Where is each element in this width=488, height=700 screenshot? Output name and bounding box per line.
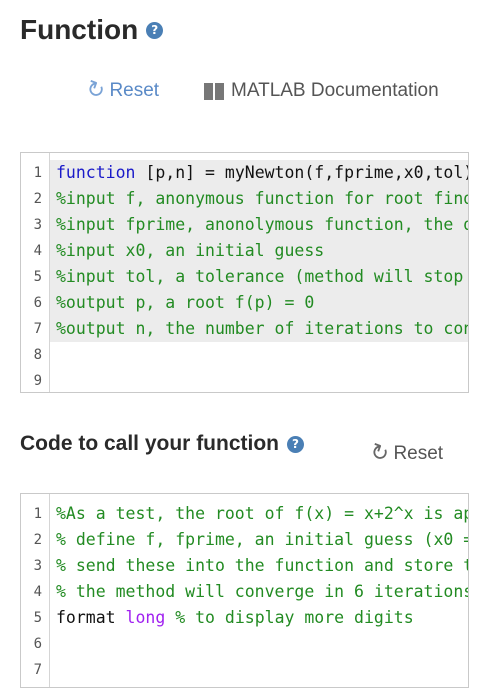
code-line[interactable]: 2 % define f, fprime, an initial guess (x…	[21, 527, 468, 553]
code-text: %As a test, the root of f(x) = x+2^x is …	[50, 501, 468, 527]
code-text: %output n, the number of iterations to c…	[50, 316, 468, 342]
code-token: %output p, a root f(p) = 0	[56, 293, 315, 312]
code-text: %output p, a root f(p) = 0	[50, 290, 468, 316]
code-text: % define f, fprime, an initial guess (x0…	[50, 527, 468, 553]
line-number: 6	[21, 631, 50, 657]
code-line[interactable]: 3 %input fprime, anonolymous function, th…	[21, 212, 468, 238]
help-icon[interactable]: ?	[287, 435, 305, 453]
line-number: 6	[21, 290, 50, 316]
reset-label: Reset	[109, 79, 160, 101]
code-line[interactable]: 6 %output p, a root f(p) = 0	[21, 290, 468, 316]
code-token: function	[56, 163, 136, 182]
line-number: 4	[21, 238, 50, 264]
code-line[interactable]: 8	[21, 342, 468, 368]
call-section-heading: Code to call your function	[20, 432, 280, 455]
code-text: format long % to display more digits	[50, 605, 468, 631]
code-token: %input x0, an initial guess	[56, 241, 325, 260]
code-token: long	[125, 608, 166, 627]
code-line[interactable]: 9	[21, 368, 468, 392]
help-icon[interactable]: ?	[146, 21, 164, 39]
line-number: 3	[21, 553, 50, 579]
code-token: [p,n] = myNewton(f,fprime,x0,tol)	[135, 163, 468, 182]
code-token: %output n, the number of iterations to c…	[56, 319, 468, 338]
code-token: %As a test, the root of f(x) = x+2^x is …	[56, 504, 468, 523]
reset-call-button[interactable]: ↻ Reset	[366, 439, 444, 469]
line-number: 8	[21, 342, 50, 368]
code-token: %input tol, a tolerance (method will sto…	[56, 267, 464, 286]
code-line[interactable]: 7	[21, 657, 468, 683]
call-code-editor[interactable]: 1 %As a test, the root of f(x) = x+2^x is…	[20, 493, 469, 688]
code-line[interactable]: 5 %input tol, a tolerance (method will st…	[21, 264, 468, 290]
code-token: % to display more digits	[165, 608, 414, 627]
code-token: %input f, anonymous function for root fi…	[56, 189, 468, 208]
code-text: % send these into the function and store…	[50, 553, 468, 579]
code-text: %input f, anonymous function for root fi…	[50, 186, 468, 212]
code-token: format	[56, 608, 126, 627]
call-section-title: Code to call your function ?	[20, 432, 305, 456]
reset-icon: ↻	[82, 75, 109, 106]
function-section-title: Function ?	[20, 14, 164, 46]
code-line[interactable]: 4 %input x0, an initial guess	[21, 238, 468, 264]
line-number: 2	[21, 186, 50, 212]
code-text: % the method will converge in 6 iteratio…	[50, 579, 468, 605]
line-number: 1	[21, 160, 50, 186]
function-code-editor[interactable]: 1 function [p,n] = myNewton(f,fprime,x0,t…	[20, 152, 469, 393]
code-line[interactable]: 4 % the method will converge in 6 iterati…	[21, 579, 468, 605]
line-number: 2	[21, 527, 50, 553]
code-text: %input tol, a tolerance (method will sto…	[50, 264, 468, 290]
code-line[interactable]: 1 function [p,n] = myNewton(f,fprime,x0,t…	[21, 160, 468, 186]
code-line[interactable]: 3 % send these into the function and stor…	[21, 553, 468, 579]
code-text: %input x0, an initial guess	[50, 238, 468, 264]
code-line[interactable]: 5 format long % to display more digits	[21, 605, 468, 631]
code-token: % define f, fprime, an initial guess (x0…	[56, 530, 468, 549]
code-line[interactable]: 6	[21, 631, 468, 657]
line-number: 1	[21, 501, 50, 527]
line-number: 9	[21, 368, 50, 392]
matlab-documentation-label: MATLAB Documentation	[231, 80, 439, 101]
line-number: 7	[21, 657, 50, 683]
line-number: 3	[21, 212, 50, 238]
page-title: Function	[20, 14, 139, 45]
reset-button[interactable]: ↻ Reset	[82, 76, 160, 106]
code-token: % the method will converge in 6 iteratio…	[56, 582, 468, 601]
code-line[interactable]: 1 %As a test, the root of f(x) = x+2^x is…	[21, 501, 468, 527]
code-token: %input fprime, anonolymous function, the…	[56, 215, 468, 234]
line-number: 5	[21, 264, 50, 290]
code-line[interactable]: 7 %output n, the number of iterations to …	[21, 316, 468, 342]
book-icon	[204, 82, 224, 100]
matlab-documentation-button[interactable]: MATLAB Documentation	[204, 80, 439, 102]
code-line[interactable]: 2 %input f, anonymous function for root f…	[21, 186, 468, 212]
line-number: 4	[21, 579, 50, 605]
code-text: function [p,n] = myNewton(f,fprime,x0,to…	[50, 160, 468, 186]
code-text: %input fprime, anonolymous function, the…	[50, 212, 468, 238]
reset-icon: ↻	[366, 438, 393, 469]
code-token: % send these into the function and store…	[56, 556, 468, 575]
line-number: 7	[21, 316, 50, 342]
reset-label: Reset	[393, 442, 444, 464]
line-number: 5	[21, 605, 50, 631]
